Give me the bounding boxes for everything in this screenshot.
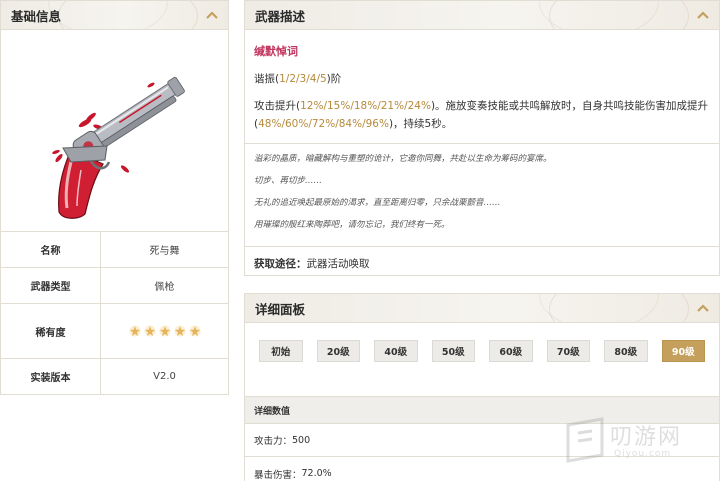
level-button[interactable]: 70级 xyxy=(546,340,590,362)
detail-title: 详细面板 xyxy=(255,301,306,317)
star-icon xyxy=(129,325,140,337)
detail-panel: 详细面板 初始 20级 40级 50级 60级 70级 80级 90级 详细数值 攻击力： 50… xyxy=(244,293,720,481)
level-button[interactable]: 80级 xyxy=(604,340,648,362)
weapon-desc-panel: 武器描述 缄默悼词 谐振(1/2/3/4/5)阶 攻击提升(12%/15%/18… xyxy=(244,0,720,276)
rank-line: 谐振(1/2/3/4/5)阶 xyxy=(254,73,342,85)
weapon-image xyxy=(1,30,228,232)
level-button[interactable]: 90级 xyxy=(661,340,705,362)
level-button[interactable]: 50级 xyxy=(431,340,475,362)
basic-info-header[interactable]: 基础信息 xyxy=(1,1,228,30)
chevron-up-icon[interactable] xyxy=(696,303,710,313)
info-row-rarity: 稀有度 xyxy=(1,304,228,359)
level-selector: 初始 20级 40级 50级 60级 70级 80级 90级 xyxy=(245,323,719,396)
lore-line: 切步、再切步…… xyxy=(254,176,323,186)
stat-crit-damage: 暴击伤害： 72.0% xyxy=(254,468,332,481)
rarity-stars xyxy=(129,325,201,337)
stat-attack: 攻击力： 500 xyxy=(245,424,719,457)
info-row-version: 实装版本 V2.0 xyxy=(1,359,228,394)
lore-line: 用璀璨的殷红来陶葬吧，请勿忘记，我们终有一死。 xyxy=(254,220,450,230)
info-key: 名称 xyxy=(1,232,101,267)
level-button[interactable]: 20级 xyxy=(316,340,360,362)
lore-line: 无礼的追近唤起最原始的渴求，直至距离归零，只余战栗颤音…… xyxy=(254,198,501,208)
star-icon xyxy=(144,325,155,337)
values-title: 详细数值 xyxy=(245,396,719,424)
info-row-name: 名称 死与舞 xyxy=(1,232,228,268)
source-value: 武器活动唤取 xyxy=(306,258,370,270)
source-label: 获取途径： xyxy=(254,258,307,270)
level-button[interactable]: 初始 xyxy=(259,340,303,362)
basic-info-panel: 基础信息 名称 死与舞 武器类型 佩枪 稀有度 实装版本 V2.0 xyxy=(0,0,229,395)
info-key: 武器类型 xyxy=(1,268,101,303)
level-button[interactable]: 40级 xyxy=(374,340,418,362)
star-icon xyxy=(159,325,170,337)
info-value: 死与舞 xyxy=(149,246,180,257)
info-key: 实装版本 xyxy=(1,359,101,394)
info-row-weapon-type: 武器类型 佩枪 xyxy=(1,268,228,304)
source-line: 获取途径：武器活动唤取 xyxy=(245,247,719,275)
info-value: 佩枪 xyxy=(154,282,175,293)
weapon-desc-header[interactable]: 武器描述 xyxy=(245,1,719,30)
basic-info-title: 基础信息 xyxy=(11,8,62,24)
skill-effect: 攻击提升(12%/15%/18%/21%/24%)。施放变奏技能或共鸣解放时，自… xyxy=(254,100,709,130)
info-value: V2.0 xyxy=(153,371,176,382)
weapon-lore: 溢彩的晶质，暗藏解构与重塑的诡计，它邀你同舞，共赴以生命为筹码的宴席。 切步、再… xyxy=(245,143,719,247)
weapon-skill: 缄默悼词 谐振(1/2/3/4/5)阶 攻击提升(12%/15%/18%/21%… xyxy=(245,30,719,143)
level-button[interactable]: 60级 xyxy=(489,340,533,362)
chevron-up-icon[interactable] xyxy=(205,10,219,20)
chevron-up-icon[interactable] xyxy=(696,10,710,20)
star-icon xyxy=(189,325,200,337)
skill-name: 缄默悼词 xyxy=(254,45,298,58)
weapon-desc-title: 武器描述 xyxy=(255,8,306,24)
info-key: 稀有度 xyxy=(1,304,101,358)
lore-line: 溢彩的晶质，暗藏解构与重塑的诡计，它邀你同舞，共赴以生命为筹码的宴席。 xyxy=(254,154,552,164)
detail-header[interactable]: 详细面板 xyxy=(245,294,719,323)
star-icon xyxy=(174,325,185,337)
